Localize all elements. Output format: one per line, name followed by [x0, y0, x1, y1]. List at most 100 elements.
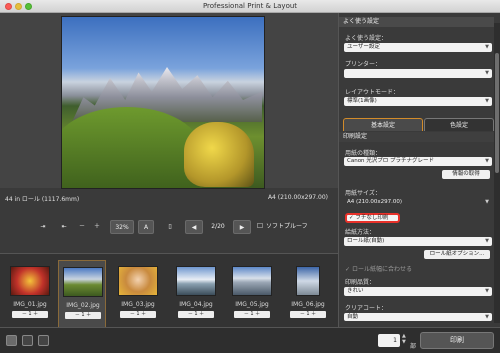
chevron-down-icon: ▼	[485, 44, 489, 50]
preview-pane: 44 in ロール (1117.6mm) A4 (210.00x297.00) …	[0, 13, 338, 353]
coating-label: クリアコート：	[345, 305, 388, 312]
print-preview	[0, 13, 338, 189]
copies-stepper[interactable]: － 1 ＋	[178, 311, 214, 318]
remove-image-icon[interactable]: ⇤	[58, 220, 70, 234]
thumbnail-name: IMG_03.jpg	[121, 301, 155, 308]
print-settings-header[interactable]: 印刷設定	[339, 132, 494, 142]
scale-icon[interactable]: A	[138, 220, 154, 234]
view-split-icon[interactable]	[22, 335, 33, 346]
paper-size-select[interactable]: A4 (210.00x297.00) ▼	[344, 198, 492, 207]
minimize-window-button[interactable]	[15, 3, 22, 10]
get-info-button[interactable]: 情報の取得	[442, 170, 490, 179]
layout-mode-value: 標準(1画像)	[347, 98, 377, 104]
printer-select[interactable]: ▼	[344, 69, 492, 78]
zoom-in-button[interactable]: ＋	[91, 220, 103, 234]
quality-select[interactable]: きれい ▼	[344, 287, 492, 296]
copies-stepper[interactable]: － 1 ＋	[290, 311, 326, 318]
preview-info-bar: 44 in ロール (1117.6mm) A4 (210.00x297.00)	[0, 194, 338, 203]
thumbnail-image	[10, 266, 50, 296]
quality-label: 印刷品質：	[345, 279, 376, 286]
zoom-out-button[interactable]: －	[76, 220, 88, 234]
copies-input-value: 1	[393, 337, 397, 344]
chevron-down-icon: ▼	[485, 238, 489, 244]
thumbnail-image	[176, 266, 216, 296]
favorites-select[interactable]: ユーザー設定 ▼	[344, 43, 492, 52]
scrollbar-thumb[interactable]	[495, 53, 499, 173]
print-button[interactable]: 印刷	[420, 332, 494, 349]
copies-stepper-value: 1	[81, 312, 85, 318]
borderless-checkbox[interactable]: ✓ フチなし印刷	[345, 213, 400, 223]
preview-photo[interactable]	[61, 16, 265, 189]
feed-label: 給紙方法：	[345, 229, 376, 236]
feed-select[interactable]: ロール紙(自動) ▼	[344, 237, 492, 246]
thumbnail-item[interactable]: IMG_01.jpg － 1 ＋	[6, 260, 54, 330]
copies-stepper-value: 1	[306, 311, 310, 317]
page-icon[interactable]: ▯	[163, 220, 177, 234]
title-bar: Professional Print & Layout	[0, 0, 500, 13]
thumbnail-image	[232, 266, 272, 296]
media-type-label: 用紙の種類：	[345, 150, 382, 157]
paper-mode-text: 44 in ロール (1117.6mm)	[5, 196, 80, 203]
window-title: Professional Print & Layout	[202, 2, 298, 10]
thumbnail-strip: IMG_01.jpg － 1 ＋ IMG_02.jpg － 1 ＋ IMG_03…	[0, 253, 338, 333]
settings-panel: よく使う設定 よく使う設定： ユーザー設定 ▼ プリンター： ▼ レイアウトモード…	[338, 13, 500, 327]
fit-roll-label: ロール紙幅に合わせる	[351, 266, 412, 273]
coating-select[interactable]: 自動 ▼	[344, 313, 492, 321]
copies-stepper-value: 1	[250, 311, 254, 317]
thumbnail-name: IMG_05.jpg	[235, 301, 269, 308]
thumbnail-name: IMG_02.jpg	[66, 302, 100, 309]
chevron-down-icon: ▼	[485, 314, 489, 320]
settings-scrollbar[interactable]	[494, 23, 500, 323]
close-window-button[interactable]	[5, 3, 12, 10]
thumbnail-image	[63, 267, 103, 297]
thumbnail-item[interactable]: IMG_06.jpg － 1 ＋	[284, 260, 332, 330]
paper-size-text: A4 (210.00x297.00)	[267, 194, 328, 201]
footer-bar: 1 ▲ ▼ 部 印刷	[0, 327, 500, 353]
thumbnail-name: IMG_06.jpg	[291, 301, 325, 308]
copies-stepper[interactable]: － 1 ＋	[65, 312, 101, 319]
copies-stepper[interactable]: － 1 ＋	[234, 311, 270, 318]
thumbnail-item[interactable]: IMG_04.jpg － 1 ＋	[172, 260, 220, 330]
thumbnail-image	[118, 266, 158, 296]
previous-page-button[interactable]: ◀	[185, 220, 203, 234]
favorites-label: よく使う設定：	[345, 35, 388, 42]
feed-value: ロール紙(自動)	[347, 238, 385, 244]
photo-tree	[184, 122, 254, 187]
roll-options-button[interactable]: ロール紙オプション...	[424, 250, 490, 259]
favorites-header[interactable]: よく使う設定	[339, 17, 494, 27]
tab-basic-settings[interactable]: 基本設定	[343, 118, 423, 131]
chevron-down-icon: ▼	[485, 70, 489, 76]
copies-stepper[interactable]: － 1 ＋	[120, 311, 156, 318]
thumbnail-item[interactable]: IMG_05.jpg － 1 ＋	[228, 260, 276, 330]
paper-size-label: 用紙サイズ：	[345, 190, 381, 197]
thumbnail-item[interactable]: IMG_03.jpg － 1 ＋	[114, 260, 162, 330]
media-type-value: Canon 光沢プロ プラチナグレード	[347, 158, 435, 164]
chevron-down-icon: ▼	[485, 288, 489, 294]
thumbnail-item[interactable]: IMG_02.jpg － 1 ＋	[58, 260, 106, 330]
soft-proof-label: ソフトプルーフ	[266, 223, 308, 230]
media-type-select[interactable]: Canon 光沢プロ プラチナグレード ▼	[344, 157, 492, 166]
soft-proof-checkbox[interactable]: ☐	[256, 220, 264, 234]
coating-value: 自動	[347, 314, 359, 320]
copies-unit: 部	[410, 343, 417, 350]
zoom-window-button[interactable]	[25, 3, 32, 10]
copies-stepper-icon[interactable]: ▲ ▼	[402, 333, 406, 345]
layout-mode-select[interactable]: 標準(1画像) ▼	[344, 97, 492, 106]
zoom-select[interactable]: 32%	[110, 220, 134, 234]
tab-color-settings[interactable]: 色設定	[424, 118, 494, 131]
add-image-icon[interactable]: ⇥	[37, 220, 49, 234]
thumbnail-name: IMG_01.jpg	[13, 301, 47, 308]
fit-roll-checkbox[interactable]: ✓ ロール紙幅に合わせる	[345, 264, 412, 273]
view-thumbnails-icon[interactable]	[38, 335, 49, 346]
borderless-label: フチなし印刷	[355, 215, 389, 221]
chevron-down-icon: ▼	[485, 158, 489, 164]
next-page-button[interactable]: ▶	[233, 220, 251, 234]
printer-label: プリンター：	[345, 61, 382, 68]
favorites-value: ユーザー設定	[347, 44, 380, 50]
paper-size-value: A4 (210.00x297.00)	[347, 199, 403, 205]
view-single-icon[interactable]	[6, 335, 17, 346]
copies-stepper-value: 1	[136, 311, 140, 317]
copies-stepper-value: 1	[194, 311, 198, 317]
copies-input[interactable]: 1	[378, 334, 400, 347]
copies-stepper[interactable]: － 1 ＋	[12, 311, 48, 318]
